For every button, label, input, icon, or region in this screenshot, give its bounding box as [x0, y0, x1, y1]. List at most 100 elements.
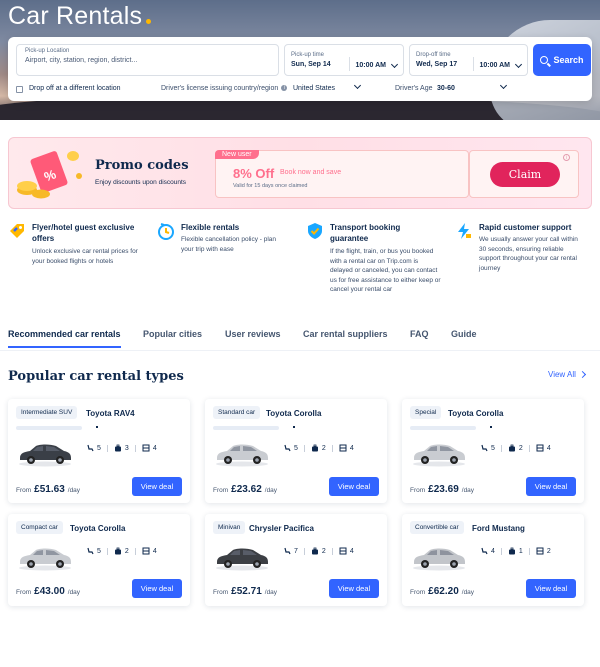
- price-value: £23.69: [428, 484, 459, 495]
- car-image: [216, 548, 268, 571]
- price-prefix: From: [213, 487, 229, 494]
- price-unit: /day: [264, 589, 278, 596]
- tab-recommended[interactable]: Recommended car rentals: [8, 329, 121, 339]
- dot-icon: [490, 426, 492, 428]
- tab-user-reviews[interactable]: User reviews: [225, 329, 281, 339]
- car-specs: 5 2 4: [480, 444, 551, 452]
- drop-off-different-checkbox[interactable]: [16, 86, 23, 93]
- car-image: [413, 444, 465, 467]
- luggage-icon: [114, 547, 121, 555]
- coupon-book-text: Book now and save: [280, 169, 342, 176]
- car-type-badge: Special: [410, 406, 442, 419]
- car-specs: 5 2 4: [283, 444, 354, 452]
- dropoff-time-select[interactable]: 10:00 AM: [480, 60, 523, 69]
- dot-icon: [96, 426, 98, 428]
- car-card[interactable]: Intermediate SUV Toyota RAV4 5 3 4 From £51.63…: [8, 399, 190, 503]
- car-image: [413, 548, 465, 571]
- luggage-icon: [311, 547, 318, 555]
- tab-suppliers[interactable]: Car rental suppliers: [303, 329, 388, 339]
- door-icon: [536, 444, 544, 452]
- view-deal-button[interactable]: View deal: [329, 477, 379, 496]
- feature-title: Flexible rentals: [181, 223, 240, 232]
- seat-icon: [284, 444, 291, 452]
- doors-spec: 2: [536, 547, 551, 555]
- tab-popular-cities[interactable]: Popular cities: [143, 329, 202, 339]
- feature-title: Rapid customer support: [479, 223, 572, 232]
- chevron-down-icon[interactable]: [353, 81, 362, 90]
- tag-icon: [10, 224, 24, 238]
- price: From £23.62/day: [213, 484, 277, 495]
- view-deal-button[interactable]: View deal: [132, 579, 182, 598]
- license-country-label: Driver's license issuing country/region i: [161, 85, 288, 92]
- price: From £62.20/day: [410, 586, 474, 597]
- view-deal-button[interactable]: View deal: [132, 477, 182, 496]
- price-value: £43.00: [34, 586, 65, 597]
- tab-guide[interactable]: Guide: [451, 329, 477, 339]
- car-specs: 5 2 4: [86, 547, 157, 555]
- dropoff-date[interactable]: Wed, Sep 17: [416, 61, 469, 68]
- seats-spec: 7: [283, 547, 298, 555]
- coupon-card: New user 8% Off Book now and save Valid …: [215, 150, 469, 198]
- car-specs: 5 3 4: [86, 444, 157, 452]
- driver-age-label: Driver's Age: [395, 85, 433, 92]
- pickup-time-field[interactable]: Pick-up time Sun, Sep 14 10:00 AM: [284, 44, 404, 76]
- clock-icon: [158, 223, 174, 240]
- car-image: [19, 548, 71, 571]
- car-image: [216, 444, 268, 467]
- price: From £43.00/day: [16, 586, 80, 597]
- rating-placeholder: [16, 426, 82, 430]
- car-model: Ford Mustang: [472, 524, 525, 533]
- pickup-time-label: Pick-up time: [291, 52, 325, 58]
- seats-spec: 5: [480, 444, 495, 452]
- license-country-select[interactable]: United States: [293, 85, 335, 92]
- car-image: [19, 444, 71, 467]
- seats-spec: 4: [480, 547, 495, 555]
- search-button[interactable]: Search: [533, 44, 591, 76]
- car-card[interactable]: Convertible car Ford Mustang 4 1 2 From £62.20…: [402, 514, 584, 606]
- car-card[interactable]: Minivan Chrysler Pacifica 7 2 4 From £52.71/da…: [205, 514, 387, 606]
- luggage-icon: [508, 547, 515, 555]
- view-deal-button[interactable]: View deal: [329, 579, 379, 598]
- pickup-date[interactable]: Sun, Sep 14: [291, 61, 345, 68]
- info-icon[interactable]: i: [281, 85, 288, 92]
- car-model: Toyota RAV4: [86, 409, 135, 418]
- chevron-down-icon[interactable]: [499, 81, 508, 90]
- view-deal-button[interactable]: View deal: [526, 579, 576, 598]
- tab-faq[interactable]: FAQ: [410, 329, 429, 339]
- feature-description: Flexible cancellation policy - plan your…: [181, 236, 277, 253]
- door-icon: [339, 547, 347, 555]
- info-icon[interactable]: i: [563, 154, 570, 161]
- price-prefix: From: [16, 487, 32, 494]
- dropoff-time-field[interactable]: Drop-off time Wed, Sep 17 10:00 AM: [409, 44, 528, 76]
- bags-spec: 3: [114, 444, 129, 452]
- feature-title: Flyer/hotel guest exclusive offers: [32, 223, 135, 243]
- pickup-location-field[interactable]: Pick-up Location Airport, city, station,…: [16, 44, 279, 76]
- search-panel: Pick-up Location Airport, city, station,…: [8, 37, 592, 101]
- view-all-link[interactable]: View All: [548, 370, 586, 379]
- seat-icon: [481, 547, 488, 555]
- car-card[interactable]: Standard car Toyota Corolla 5 2 4 From £23.62/…: [205, 399, 387, 503]
- pickup-time-select[interactable]: 10:00 AM: [356, 60, 399, 69]
- door-icon: [339, 444, 347, 452]
- bags-spec: 2: [311, 547, 326, 555]
- price-unit: /day: [264, 487, 278, 494]
- bags-spec: 2: [311, 444, 326, 452]
- car-specs: 7 2 4: [283, 547, 354, 555]
- promo-title: Promo codes: [95, 158, 189, 173]
- pickup-location-input[interactable]: Airport, city, station, region, district…: [25, 57, 270, 64]
- claim-button[interactable]: Claim: [490, 162, 560, 187]
- feature-description: We usually answer your call within 30 se…: [479, 236, 578, 272]
- car-card[interactable]: Special Toyota Corolla 5 2 4 From £23.69/day Vi…: [402, 399, 584, 503]
- price: From £52.71/day: [213, 586, 277, 597]
- car-card[interactable]: Compact car Toyota Corolla 5 2 4 From £43.00/d…: [8, 514, 190, 606]
- driver-age-select[interactable]: 30-60: [437, 85, 455, 92]
- price-prefix: From: [16, 589, 32, 596]
- view-deal-button[interactable]: View deal: [526, 477, 576, 496]
- promo-subtitle: Enjoy discounts upon discounts: [95, 179, 187, 186]
- drop-off-different-label[interactable]: Drop off at a different location: [29, 85, 121, 92]
- seats-spec: 5: [86, 547, 101, 555]
- price: From £23.69/day: [410, 484, 474, 495]
- chevron-down-icon: [390, 60, 399, 68]
- coupon-validity: Valid for 15 days once claimed: [233, 183, 308, 189]
- feature-title: Transport booking guarantee: [330, 223, 401, 243]
